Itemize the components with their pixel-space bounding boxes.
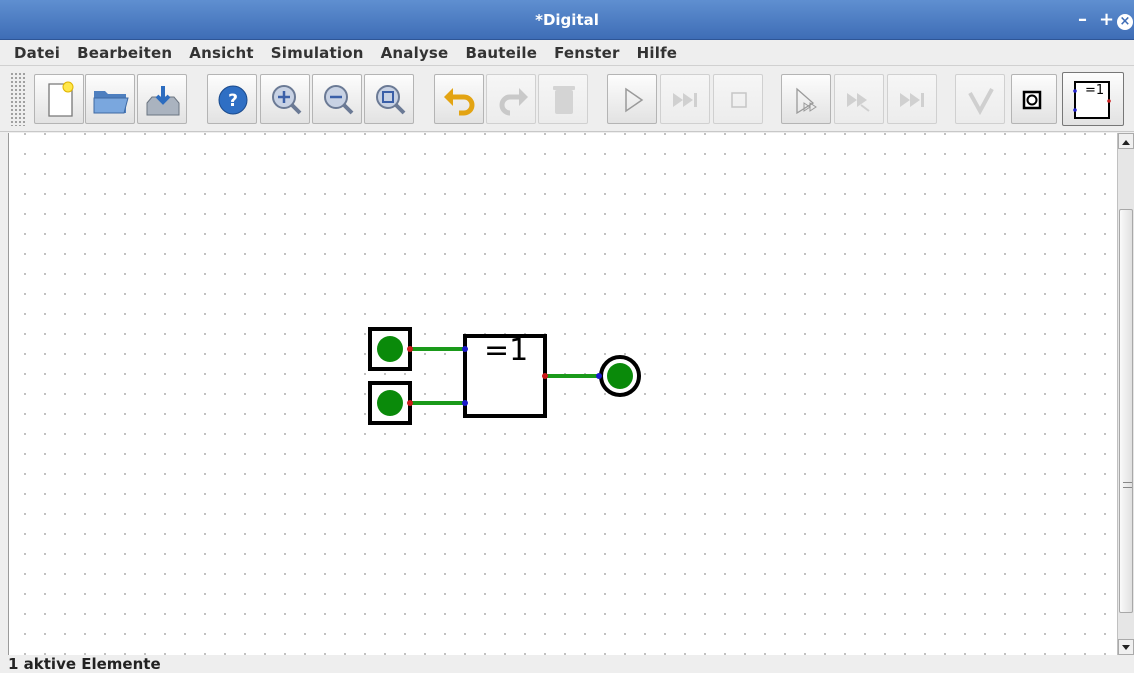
svg-text:?: ? — [228, 91, 238, 111]
stop-icon — [731, 92, 747, 108]
close-icon: × — [1117, 14, 1133, 30]
new-document-icon — [48, 81, 74, 117]
xor-component-label: =1 — [1085, 83, 1105, 98]
help-button[interactable]: ? — [207, 74, 257, 124]
open-folder-icon — [93, 91, 129, 114]
help-icon: ? — [218, 85, 248, 115]
undo-icon — [444, 88, 475, 116]
delete-button[interactable] — [538, 74, 588, 124]
micro-step-icon — [796, 87, 817, 115]
input-b-led — [377, 390, 403, 416]
redo-icon — [499, 88, 528, 116]
menu-bauteile[interactable]: Bauteile — [455, 44, 544, 62]
vertical-scrollbar[interactable] — [1117, 133, 1134, 655]
scrollbar-grip-icon — [1123, 482, 1132, 488]
output-led — [596, 355, 641, 397]
scrollbar-thumb[interactable] — [1119, 209, 1133, 613]
start-simulation-button[interactable] — [607, 74, 657, 124]
menu-bar: Datei Bearbeiten Ansicht Simulation Anal… — [0, 40, 1134, 66]
zoom-fit-icon — [376, 85, 406, 115]
save-icon — [146, 86, 180, 116]
menu-datei[interactable]: Datei — [4, 44, 67, 62]
menu-analyse[interactable]: Analyse — [371, 44, 456, 62]
menu-fenster[interactable]: Fenster — [544, 44, 627, 62]
run-to-break-icon — [847, 93, 870, 112]
xor-gate-label: =1 — [484, 333, 529, 368]
menu-ansicht[interactable]: Ansicht — [179, 44, 261, 62]
micro-step-button[interactable] — [781, 74, 831, 124]
step-icon — [673, 93, 697, 107]
arrow-up-icon — [1122, 140, 1130, 145]
redo-button[interactable] — [486, 74, 536, 124]
status-bar: 1 aktive Elemente — [0, 655, 1134, 673]
play-icon — [625, 87, 644, 113]
menu-bearbeiten[interactable]: Bearbeiten — [67, 44, 179, 62]
window-title: *Digital — [535, 11, 599, 29]
toolbar: ? =1 — [0, 66, 1134, 132]
menu-simulation[interactable]: Simulation — [261, 44, 371, 62]
input-switch-a — [368, 327, 413, 371]
new-button[interactable] — [34, 74, 84, 124]
circuit-diagram — [368, 327, 641, 425]
save-button[interactable] — [137, 74, 187, 124]
arrow-down-icon — [1122, 645, 1130, 650]
undo-button[interactable] — [434, 74, 484, 124]
xor-component-icon — [1073, 81, 1111, 119]
run-to-break-micro-icon — [900, 93, 924, 107]
minimize-button[interactable]: – — [1078, 0, 1087, 40]
analyse-icon — [968, 88, 994, 116]
run-to-break-micro-button[interactable] — [887, 74, 937, 124]
close-button[interactable]: × — [1117, 0, 1134, 40]
analyse-button[interactable] — [955, 74, 1005, 124]
xor-component-button[interactable]: =1 — [1062, 72, 1124, 126]
maximize-button[interactable]: + — [1099, 0, 1114, 40]
delete-icon — [553, 86, 575, 114]
toolbar-grip[interactable] — [10, 72, 26, 126]
input-a-led — [377, 336, 403, 362]
run-to-break-button[interactable] — [834, 74, 884, 124]
zoom-in-icon — [272, 85, 302, 115]
zoom-out-icon — [324, 85, 354, 115]
zoom-fit-button[interactable] — [364, 74, 414, 124]
open-button[interactable] — [85, 74, 135, 124]
window-left-edge — [0, 133, 8, 655]
zoom-out-button[interactable] — [312, 74, 362, 124]
title-bar: *Digital – + × — [0, 0, 1134, 40]
step-button[interactable] — [660, 74, 710, 124]
output-component-icon — [1022, 90, 1042, 110]
circuit-canvas[interactable]: =1 — [8, 133, 1117, 655]
stop-button[interactable] — [713, 74, 763, 124]
scroll-up-button[interactable] — [1118, 133, 1134, 149]
scroll-down-button[interactable] — [1118, 639, 1134, 655]
menu-hilfe[interactable]: Hilfe — [627, 44, 685, 62]
output-led-light — [607, 363, 633, 389]
input-switch-b — [368, 381, 413, 425]
zoom-in-button[interactable] — [260, 74, 310, 124]
output-component-button[interactable] — [1011, 74, 1057, 124]
